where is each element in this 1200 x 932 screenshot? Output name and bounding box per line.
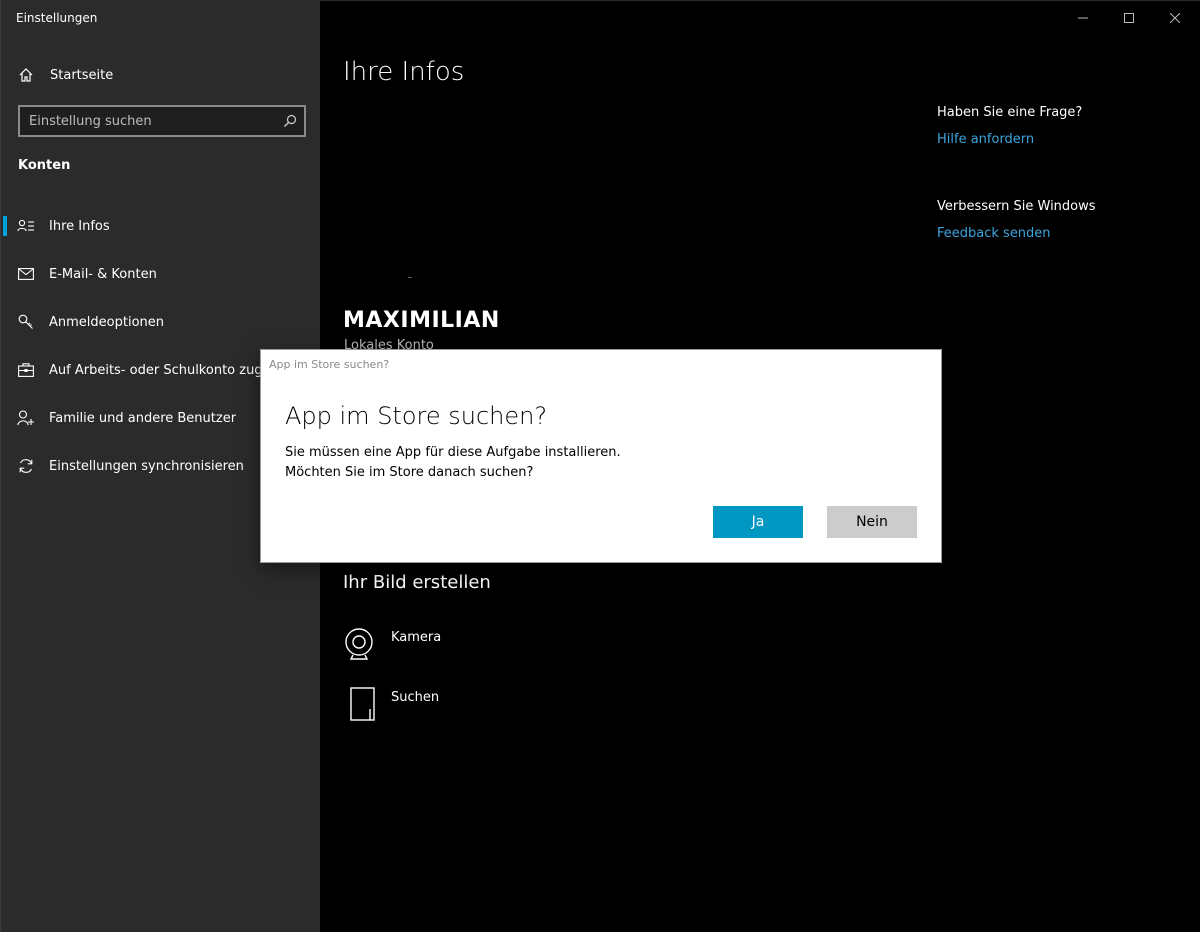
- key-icon: [1, 314, 49, 330]
- sidebar-item-label: Familie und andere Benutzer: [49, 410, 237, 426]
- mail-icon: [1, 268, 49, 280]
- store-search-dialog: App im Store suchen? App im Store suchen…: [261, 350, 941, 562]
- sidebar-item-anmeldeoptionen[interactable]: Anmeldeoptionen: [1, 302, 321, 342]
- camera-option[interactable]: Kamera: [343, 625, 441, 665]
- section-title: Konten: [18, 158, 71, 173]
- close-icon: [1170, 13, 1180, 23]
- browse-label: Suchen: [391, 690, 440, 705]
- improve-windows-text: Verbessern Sie Windows: [937, 199, 1096, 214]
- sidebar-item-label: E-Mail- & Konten: [49, 266, 157, 282]
- maximize-icon: [1124, 13, 1134, 23]
- person-add-icon: [1, 410, 49, 426]
- dialog-heading: App im Store suchen?: [285, 402, 548, 430]
- app-title: Einstellungen: [16, 11, 98, 25]
- settings-search-input[interactable]: [20, 112, 276, 130]
- yes-button[interactable]: Ja: [713, 506, 803, 538]
- camera-label: Kamera: [391, 630, 442, 645]
- settings-search-box[interactable]: [18, 105, 306, 137]
- avatar: [408, 277, 412, 278]
- home-icon: [19, 68, 33, 82]
- home-label: Startseite: [50, 67, 114, 83]
- browse-file-icon: [343, 685, 391, 725]
- sidebar-item-label: Ihre Infos: [49, 218, 110, 234]
- help-question: Haben Sie eine Frage?: [937, 105, 1083, 120]
- feedback-link[interactable]: Feedback senden: [937, 226, 1051, 241]
- sync-icon: [1, 458, 49, 474]
- sidebar-item-label: Einstellungen synchronisieren: [49, 458, 244, 474]
- close-button[interactable]: [1152, 1, 1198, 35]
- minimize-icon: [1078, 17, 1088, 19]
- user-name: MAXIMILIAN: [343, 308, 500, 333]
- dialog-caption: App im Store suchen?: [269, 358, 390, 371]
- maximize-button[interactable]: [1106, 1, 1152, 35]
- briefcase-icon: [1, 363, 49, 377]
- sidebar-item-email-konten[interactable]: E-Mail- & Konten: [1, 254, 321, 294]
- dialog-message-line2: Möchten Sie im Store danach suchen?: [285, 465, 534, 480]
- picture-section-title: Ihr Bild erstellen: [343, 572, 491, 593]
- search-icon[interactable]: [276, 114, 304, 128]
- camera-icon: [343, 625, 391, 665]
- dialog-message-line1: Sie müssen eine App für diese Aufgabe in…: [285, 445, 621, 460]
- minimize-button[interactable]: [1060, 1, 1106, 35]
- sidebar-item-label: Anmeldeoptionen: [49, 314, 165, 330]
- home-nav-item[interactable]: Startseite: [18, 64, 113, 86]
- person-card-icon: [1, 219, 49, 233]
- sidebar-item-ihre-infos[interactable]: Ihre Infos: [1, 206, 321, 246]
- page-title: Ihre Infos: [343, 57, 465, 87]
- help-link[interactable]: Hilfe anfordern: [937, 132, 1034, 147]
- no-button[interactable]: Nein: [827, 506, 917, 538]
- browse-option[interactable]: Suchen: [343, 685, 439, 725]
